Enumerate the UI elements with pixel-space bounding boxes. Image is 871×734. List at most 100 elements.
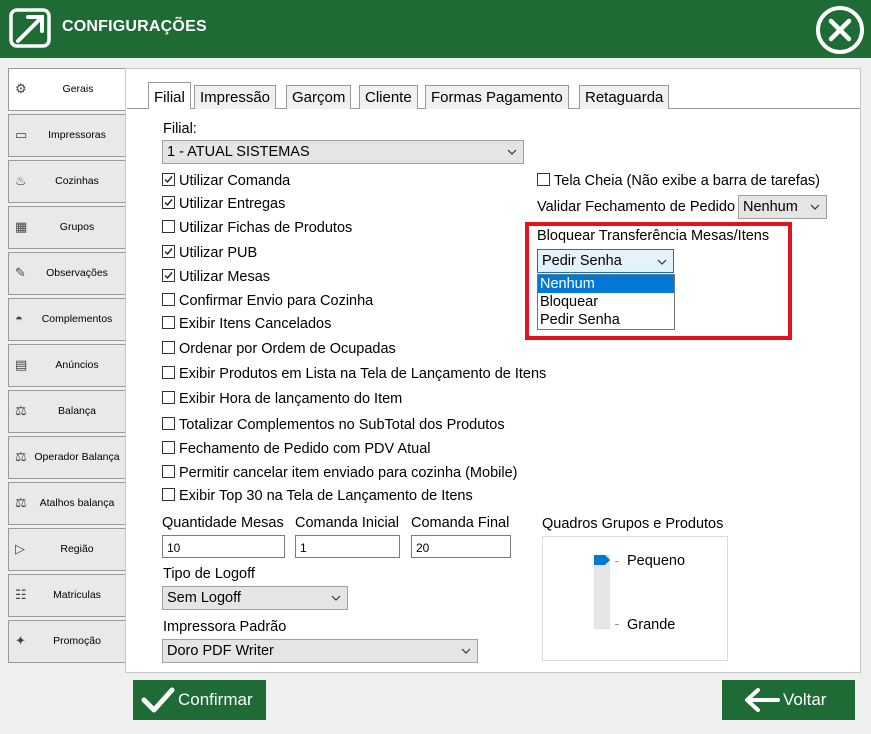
app-logo-icon (9, 8, 51, 48)
tab-garcom[interactable]: Garçom (286, 85, 352, 109)
checkbox-label: Utilizar Comanda (179, 173, 291, 189)
unchecked-box-icon (162, 220, 175, 233)
checkbox-utilizar-mesas[interactable]: Utilizar Mesas (162, 269, 270, 285)
option-nenhum[interactable]: Nenhum (538, 275, 674, 293)
back-label: Voltar (783, 690, 827, 709)
checkbox-label: Confirmar Envio para Cozinha (179, 293, 374, 309)
tipo-logoff-label: Tipo de Logoff (163, 566, 255, 582)
slider-thumb[interactable] (594, 555, 612, 565)
slider-min-label: Pequeno (627, 553, 686, 569)
tab-cliente[interactable]: Cliente (359, 85, 418, 109)
checkbox-exibir-hora-de-lancamento-do-item[interactable]: Exibir Hora de lançamento do Item (162, 391, 402, 407)
slider-track[interactable] (594, 555, 610, 629)
sidebar-item-gerais[interactable]: ⚙ Gerais (8, 68, 128, 111)
quantidade-mesas-input[interactable]: 10 (162, 535, 285, 558)
checkbox-permitir-cancelar-item-enviado-para-cozinha-mobile[interactable]: Permitir cancelar item enviado para cozi… (162, 465, 517, 481)
unchecked-box-icon (162, 293, 175, 306)
sidebar-item-observa-es[interactable]: ✎ Observações (8, 252, 126, 295)
sidebar-item-an-ncios[interactable]: ▤ Anúncios (8, 344, 126, 387)
back-button[interactable]: Voltar (722, 680, 855, 720)
checkbox-exibir-top-30-na-tela-de-lancamento-de-itens[interactable]: Exibir Top 30 na Tela de Lançamento de I… (162, 488, 473, 504)
chevron-down-icon (461, 648, 471, 654)
chevron-down-icon (657, 259, 667, 265)
checked-box-icon (162, 245, 175, 258)
sidebar-item-label: Grupos (59, 221, 95, 233)
checkbox-box (537, 173, 550, 186)
unchecked-box-icon (162, 465, 175, 478)
filial-select[interactable]: 1 - ATUAL SISTEMAS (162, 140, 524, 164)
sidebar-item-label: Atalhos balança (39, 497, 115, 509)
checkbox-fechamento-de-pedido-com-pdv-atual[interactable]: Fechamento de Pedido com PDV Atual (162, 441, 430, 457)
checkbox-label: Exibir Hora de lançamento do Item (179, 391, 403, 407)
sidebar-item-promo-o[interactable]: ✦ Promoção (8, 620, 126, 663)
checkbox-utilizar-pub[interactable]: Utilizar PUB (162, 245, 257, 261)
checkbox-label: Utilizar Fichas de Produtos (179, 220, 353, 236)
checkbox-utilizar-fichas-de-produtos[interactable]: Utilizar Fichas de Produtos (162, 220, 352, 236)
sidebar-item-impressoras[interactable]: ▭ Impressoras (8, 114, 126, 157)
checkbox-exibir-itens-cancelados[interactable]: Exibir Itens Cancelados (162, 316, 331, 332)
impressora-padrao-select[interactable]: Doro PDF Writer (162, 639, 478, 663)
slider-max-label: Grande (627, 617, 676, 633)
checkbox-exibir-produtos-em-lista-na-tela-de-lancamento-de-itens[interactable]: Exibir Produtos em Lista na Tela de Lanç… (162, 366, 546, 382)
check-icon (141, 687, 175, 713)
sidebar-item-label: Matriculas (53, 589, 101, 601)
window-title: CONFIGURAÇÕES (62, 18, 207, 35)
option-bloquear[interactable]: Bloquear (538, 293, 674, 311)
sidebar-item-label: Cozinhas (55, 175, 99, 187)
sidebar-item-label: Observações (46, 267, 108, 279)
checkbox-label: Utilizar PUB (179, 245, 258, 261)
unchecked-box-icon (162, 391, 175, 404)
checkbox-label: Exibir Top 30 na Tela de Lançamento de I… (179, 488, 473, 504)
tela-cheia-checkbox[interactable]: Tela Cheia (Não exibe a barra de tarefas… (537, 173, 820, 189)
validar-fechamento-select[interactable]: Nenhum (738, 195, 827, 219)
validar-fechamento-label: Validar Fechamento de Pedido (537, 199, 736, 215)
sidebar-item-matriculas[interactable]: ☷ Matriculas (8, 574, 126, 617)
chevron-down-icon (331, 595, 341, 601)
sidebar-item-balan-a[interactable]: ⚖ Balança (8, 390, 126, 433)
checkbox-totalizar-complementos-no-subtotal-dos-produtos[interactable]: Totalizar Complementos no SubTotal dos P… (162, 417, 505, 433)
sidebar-item-label: Complementos (41, 313, 113, 325)
unchecked-box-icon (162, 316, 175, 329)
impressora-padrao-label: Impressora Padrão (163, 619, 287, 635)
arrow-left-icon (745, 688, 780, 712)
checkbox-utilizar-comanda[interactable]: Utilizar Comanda (162, 173, 290, 189)
checkbox-ordenar-por-ordem-de-ocupadas[interactable]: Ordenar por Ordem de Ocupadas (162, 341, 396, 357)
checkbox-utilizar-entregas[interactable]: Utilizar Entregas (162, 196, 285, 212)
impressora-padrao-value: Doro PDF Writer (167, 643, 274, 659)
tipo-logoff-value: Sem Logoff (167, 590, 241, 606)
tipo-logoff-select[interactable]: Sem Logoff (162, 586, 348, 610)
checkbox-label: Totalizar Complementos no SubTotal dos P… (179, 417, 505, 433)
checkbox-label: Exibir Itens Cancelados (179, 316, 332, 332)
sidebar-item-grupos[interactable]: ▦ Grupos (8, 206, 126, 249)
tela-cheia-label: Tela Cheia (Não exibe a barra de tarefas… (554, 173, 820, 189)
sidebar-item-operador-balan-a[interactable]: ⚖ Operador Balança (8, 436, 126, 479)
bloquear-transferencia-options: Nenhum Bloquear Pedir Senha (537, 274, 675, 330)
unchecked-box-icon (162, 341, 175, 354)
checked-box-icon (162, 173, 175, 186)
quantidade-mesas-label: Quantidade Mesas (162, 515, 284, 531)
title-bar: CONFIGURAÇÕES (0, 0, 871, 58)
tab-formas-pagamento[interactable]: Formas Pagamento (425, 85, 569, 109)
checkbox-confirmar-envio-para-cozinha[interactable]: Confirmar Envio para Cozinha (162, 293, 373, 309)
sidebar-item-regi-o[interactable]: ▷ Região (8, 528, 126, 571)
sidebar-item-atalhos-balan-a[interactable]: ⚖ Atalhos balança (8, 482, 126, 525)
quadros-slider-box: Pequeno Grande (542, 536, 728, 661)
sidebar-item-label: Balança (58, 405, 96, 417)
confirm-button[interactable]: Confirmar (133, 680, 266, 720)
tab-retaguarda[interactable]: Retaguarda (579, 85, 670, 109)
chevron-down-icon (507, 149, 517, 155)
sidebar-item-label: Gerais (62, 83, 94, 95)
checkbox-label: Fechamento de Pedido com PDV Atual (179, 441, 431, 457)
tab-filial[interactable]: Filial (148, 82, 191, 109)
comanda-final-input[interactable]: 20 (411, 535, 511, 558)
tab-impressao[interactable]: Impressão (194, 85, 277, 109)
sidebar-item-cozinhas[interactable]: ♨ Cozinhas (8, 160, 126, 203)
chevron-down-icon (810, 204, 820, 210)
close-icon[interactable] (814, 4, 866, 56)
bloquear-transferencia-select[interactable]: Pedir Senha (537, 249, 674, 273)
quadros-label: Quadros Grupos e Produtos (542, 516, 724, 532)
sidebar-item-complementos[interactable]: ◓ Complementos (8, 298, 126, 341)
tick-mark (615, 624, 619, 625)
option-pedir-senha[interactable]: Pedir Senha (538, 311, 674, 329)
comanda-inicial-input[interactable]: 1 (295, 535, 400, 558)
